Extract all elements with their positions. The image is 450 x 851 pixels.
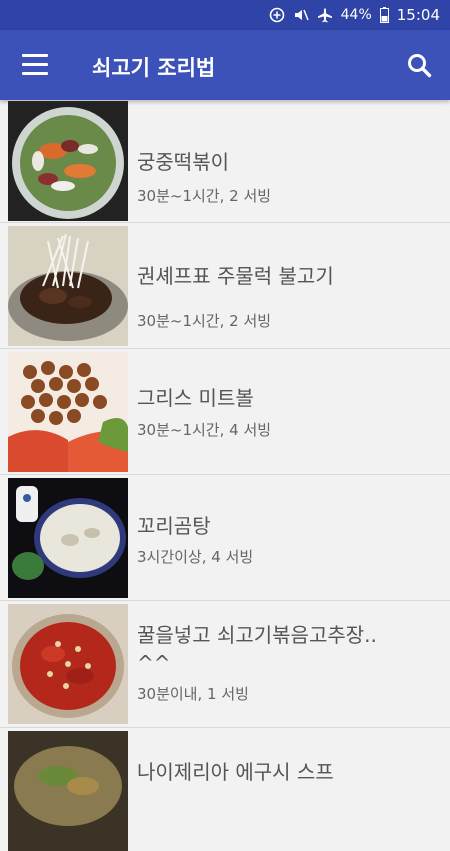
recipe-thumbnail [8, 478, 128, 598]
recipe-title: 권셰프표 주물럭 불고기 [137, 264, 334, 288]
status-bar: 44% 15:04 [0, 0, 450, 30]
recipe-title: 꼬리곰탕 [137, 514, 211, 538]
list-item[interactable]: 꿀을넣고 쇠고기볶음고추장.. ^^ 30분이내, 1 서빙 [0, 601, 450, 728]
recipe-meta: 30분이내, 1 서빙 [137, 685, 249, 703]
battery-icon [379, 7, 389, 23]
battery-percent: 44% [340, 7, 372, 23]
list-item[interactable]: 궁중떡볶이 30분~1시간, 2 서빙 [0, 100, 450, 223]
recipe-thumbnail [8, 604, 128, 724]
hamburger-menu-icon[interactable] [22, 54, 48, 76]
mute-icon [293, 7, 309, 23]
clock: 15:04 [396, 6, 440, 24]
recipe-meta: 30분~1시간, 4 서빙 [137, 421, 272, 439]
recipe-title: 꿀을넣고 쇠고기볶음고추장.. ^^ [137, 623, 377, 675]
page-title: 쇠고기 조리법 [92, 56, 216, 80]
search-icon[interactable] [404, 50, 436, 82]
recipe-list: 궁중떡볶이 30분~1시간, 2 서빙 권셰프표 주물럭 불고기 30분~1시간… [0, 100, 450, 851]
recipe-title: 나이제리아 에구시 스프 [137, 760, 334, 784]
list-item[interactable]: 나이제리아 에구시 스프 [0, 728, 450, 851]
list-item[interactable]: 꼬리곰탕 3시간이상, 4 서빙 [0, 475, 450, 601]
list-item[interactable]: 그리스 미트볼 30분~1시간, 4 서빙 [0, 349, 450, 475]
recipe-thumbnail [8, 731, 128, 851]
data-saver-icon [269, 7, 285, 23]
recipe-title: 그리스 미트볼 [137, 386, 254, 410]
recipe-thumbnail [8, 352, 128, 472]
recipe-thumbnail [8, 101, 128, 221]
recipe-thumbnail [8, 226, 128, 346]
app-bar: 쇠고기 조리법 [0, 30, 450, 100]
recipe-meta: 30분~1시간, 2 서빙 [137, 312, 272, 330]
airplane-mode-icon [317, 7, 333, 23]
recipe-meta: 30분~1시간, 2 서빙 [137, 187, 272, 205]
recipe-title: 궁중떡볶이 [137, 150, 229, 174]
list-item[interactable]: 권셰프표 주물럭 불고기 30분~1시간, 2 서빙 [0, 223, 450, 349]
recipe-meta: 3시간이상, 4 서빙 [137, 548, 254, 566]
